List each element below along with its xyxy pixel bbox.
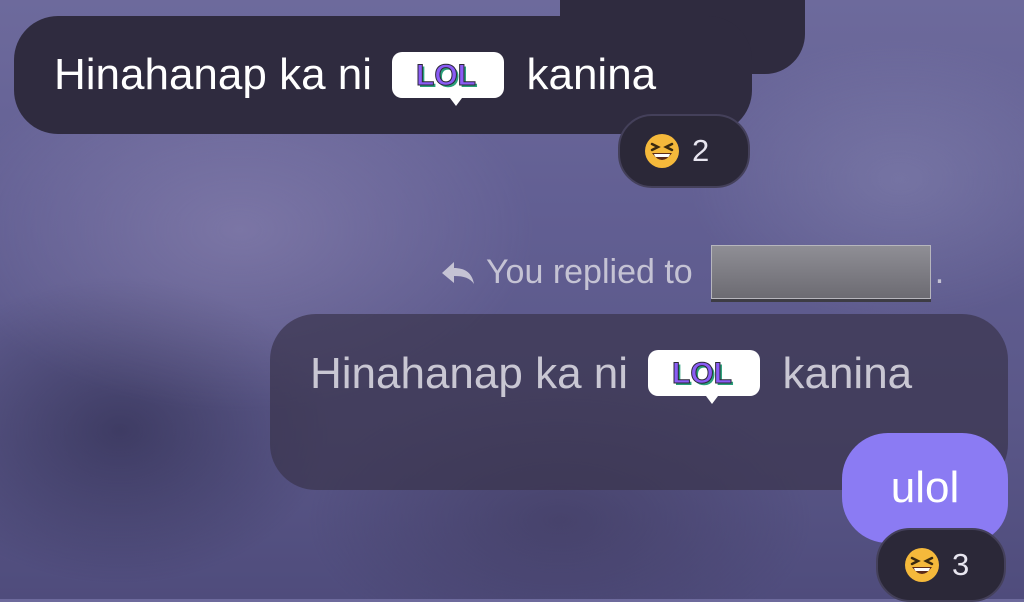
svg-text:LOL: LOL bbox=[416, 59, 476, 92]
grinning-squinting-face-icon bbox=[645, 134, 679, 168]
reaction-count: 2 bbox=[692, 133, 710, 168]
reply-text: You replied to bbox=[486, 252, 693, 291]
lol-sticker: LOL LOL bbox=[648, 346, 761, 404]
message-text: ulol bbox=[890, 463, 960, 512]
reaction-badge[interactable]: 3 bbox=[876, 528, 1006, 602]
reaction-badge[interactable]: 2 bbox=[618, 114, 750, 188]
grinning-squinting-face-icon bbox=[905, 548, 939, 582]
quoted-text-after: kanina bbox=[770, 349, 913, 398]
reply-suffix: . bbox=[934, 252, 945, 291]
reply-arrow-icon bbox=[442, 262, 474, 284]
message-text-before: Hinahanap ka ni bbox=[54, 50, 385, 99]
lol-sticker: LOL LOL bbox=[392, 48, 505, 106]
message-text-after: kanina bbox=[514, 50, 657, 99]
redacted-name bbox=[710, 245, 931, 299]
quoted-text-before: Hinahanap ka ni bbox=[310, 349, 641, 398]
svg-text:LOL: LOL bbox=[672, 357, 732, 390]
reaction-count: 3 bbox=[952, 547, 970, 582]
reply-indicator: You replied to . bbox=[440, 245, 945, 299]
outgoing-message-bubble[interactable]: ulol bbox=[842, 433, 1008, 543]
